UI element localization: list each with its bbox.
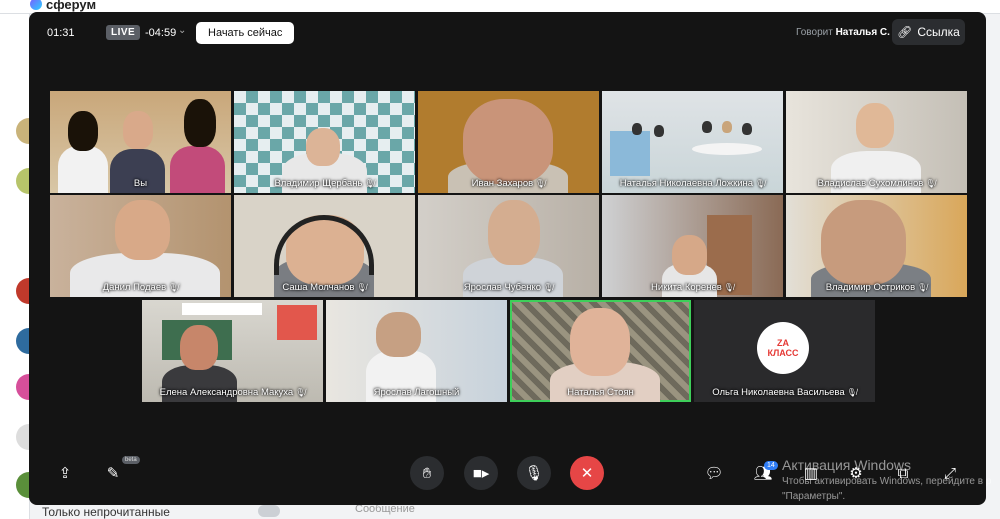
participant-name: Наталья Николаевна Ложкина 🎙︎̸	[619, 178, 766, 189]
hand-icon: ✋︎	[422, 464, 432, 482]
call-timer: 01:31	[47, 27, 75, 39]
watermark-line2: "Параметры".	[782, 491, 846, 502]
participants-count-badge: 14	[764, 461, 778, 470]
microphone-icon: 🎙︎	[524, 465, 544, 482]
effects-icon[interactable]: ✎	[101, 461, 125, 485]
participant-tile[interactable]: Никита Коренев 🎙︎̸	[602, 195, 783, 297]
mic-muted-icon: 🎙︎̸	[755, 179, 766, 188]
unread-only-toggle[interactable]	[258, 505, 280, 517]
camera-toggle-button[interactable]: ■▸	[464, 456, 498, 490]
participant-name: Владимир Остриков 🎙︎̸	[825, 282, 928, 293]
mic-muted-icon: 🎙︎̸	[543, 283, 554, 292]
microphone-toggle-button[interactable]: 🎙︎	[517, 456, 551, 490]
copy-link-label: Ссылка	[917, 25, 960, 39]
mic-muted-icon: 🎙︎̸	[723, 283, 734, 292]
sferum-logo-icon	[30, 0, 42, 10]
mic-muted-icon: 🎙︎̸	[168, 283, 179, 292]
link-icon: 🔗︎	[897, 25, 913, 39]
windows-activation-watermark: Активация Windows Чтобы активировать Win…	[782, 457, 991, 503]
mic-muted-icon: 🎙︎̸	[917, 283, 928, 292]
watermark-title: Активация Windows	[782, 457, 912, 473]
participant-tile-active-speaker[interactable]: Наталья Стоян	[510, 300, 691, 402]
mic-muted-icon: 🎙︎̸	[364, 179, 375, 188]
mic-muted-icon: 🎙︎̸	[925, 179, 936, 188]
live-badge: LIVE	[106, 25, 141, 40]
video-call-window: 01:31 LIVE -04:59 ⌄ Начать сейчас Говори…	[29, 12, 986, 505]
participant-tile[interactable]: Саша Молчанов 🎙︎̸	[234, 195, 415, 297]
participant-tile[interactable]: Данил Подаев 🎙︎̸	[50, 195, 231, 297]
participant-name: Ярослав Чубенко 🎙︎̸	[463, 282, 554, 293]
participant-tile[interactable]: Владимир Щербань 🎙︎̸	[234, 91, 415, 193]
participant-name: Ярослав Лагошный	[373, 387, 460, 398]
participant-tile[interactable]: Ярослав Чубенко 🎙︎̸	[418, 195, 599, 297]
participant-name: Иван Захаров 🎙︎̸	[471, 178, 546, 189]
speaking-label: Говорит	[796, 27, 833, 38]
participant-name: Елена Александровна Макуха 🎙︎̸	[159, 387, 306, 398]
chat-icon[interactable]: 💬︎	[702, 461, 726, 485]
end-call-button[interactable]: ✕	[570, 456, 604, 490]
participant-tile[interactable]: ZA КЛАСС Ольга Николаевна Васильева 🎙︎̸	[694, 300, 875, 402]
participant-name: Данил Подаев 🎙︎̸	[102, 282, 179, 293]
sferum-logo-text: сферум	[46, 0, 97, 12]
chevron-down-icon[interactable]: ⌄	[178, 25, 186, 36]
speaking-name: Наталья С.	[835, 27, 890, 38]
participant-name: Владислав Сухомлинов 🎙︎̸	[817, 178, 936, 189]
participant-tile[interactable]: Владислав Сухомлинов 🎙︎̸	[786, 91, 967, 193]
participant-name: Владимир Щербань 🎙︎̸	[274, 178, 375, 189]
stream-countdown: -04:59	[145, 27, 177, 39]
beta-badge: beta	[122, 456, 140, 464]
participant-name: Ольга Николаевна Васильева 🎙︎̸	[712, 387, 857, 398]
watermark-line1: Чтобы активировать Windows, перейдите в …	[782, 476, 992, 487]
participant-name: Вы	[133, 178, 148, 189]
participant-tile[interactable]: Елена Александровна Макуха 🎙︎̸	[142, 300, 323, 402]
participant-name: Никита Коренев 🎙︎̸	[651, 282, 734, 293]
mic-muted-icon: 🎙︎̸	[295, 388, 306, 397]
speaking-indicator: Говорит Наталья С.	[796, 27, 890, 38]
mic-muted-icon: 🎙︎̸	[846, 388, 857, 397]
close-icon: ✕	[580, 465, 594, 482]
avatar-text: ZA КЛАСС	[767, 338, 799, 358]
participant-name: Саша Молчанов 🎙︎̸	[282, 282, 367, 293]
participant-tile[interactable]: Владимир Остриков 🎙︎̸	[786, 195, 967, 297]
raise-hand-button[interactable]: ✋︎	[410, 456, 444, 490]
participant-tile[interactable]: Ярослав Лагошный	[326, 300, 507, 402]
participant-name: Наталья Стоян	[567, 387, 634, 398]
participant-tile[interactable]: Наталья Николаевна Ложкина 🎙︎̸	[602, 91, 783, 193]
participant-tile[interactable]: Вы	[50, 91, 231, 193]
mic-muted-icon: 🎙︎̸	[356, 283, 367, 292]
share-screen-icon[interactable]: ⇪	[53, 461, 77, 485]
mic-muted-icon: 🎙︎̸	[535, 179, 546, 188]
start-now-button[interactable]: Начать сейчас	[196, 22, 295, 44]
unread-only-filter-label: Только непрочитанные	[42, 505, 170, 519]
participant-avatar: ZA КЛАСС	[757, 322, 809, 374]
camera-icon: ■▸	[472, 465, 490, 482]
participant-tile[interactable]: Иван Захаров 🎙︎̸	[418, 91, 599, 193]
copy-link-button[interactable]: 🔗︎ Ссылка	[892, 19, 965, 45]
